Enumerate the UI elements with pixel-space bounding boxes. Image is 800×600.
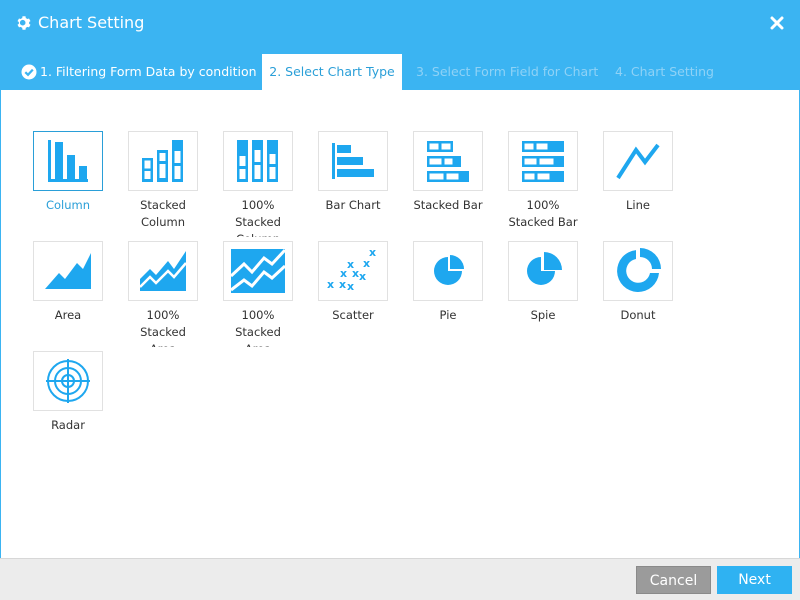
cancel-button[interactable]: Cancel bbox=[636, 566, 711, 594]
chart-type-grid: Column Stacked Column 100% Stacked Bar C… bbox=[1, 90, 799, 558]
check-circle-icon bbox=[21, 64, 37, 80]
chart-type-tile bbox=[223, 241, 293, 301]
chart-type-label: 100% Stacked Area bbox=[140, 308, 186, 347]
chart-type-label: Column bbox=[45, 198, 91, 212]
stacked-area-100-icon bbox=[230, 248, 286, 293]
radar-chart-icon bbox=[46, 359, 90, 403]
svg-text:x: x bbox=[363, 257, 370, 270]
chart-type-tile bbox=[33, 241, 103, 301]
chart-type-tile bbox=[508, 241, 578, 301]
chart-type-label: Bar Chart bbox=[325, 198, 381, 212]
chart-type-label: Line bbox=[626, 198, 650, 212]
stacked-bar-100-icon bbox=[522, 141, 564, 182]
dialog-footer: Cancel Next bbox=[0, 558, 800, 600]
chart-type-area[interactable]: Area bbox=[33, 241, 103, 341]
line-chart-icon bbox=[616, 143, 660, 180]
donut-chart-icon bbox=[617, 248, 661, 292]
chart-type-label: Scatter bbox=[332, 308, 374, 322]
dialog-title: Chart Setting bbox=[38, 13, 145, 32]
dialog-header: Chart Setting bbox=[0, 0, 800, 47]
chart-type-100-stacked-area[interactable]: 100% Stacked Area bbox=[128, 241, 198, 347]
chart-type-pie[interactable]: Pie bbox=[413, 241, 483, 341]
chart-type-tile bbox=[128, 131, 198, 191]
gear-icon bbox=[17, 16, 31, 30]
chart-type-label: Radar bbox=[51, 418, 85, 432]
bar-chart-icon bbox=[332, 143, 374, 179]
chart-type-tile bbox=[33, 351, 103, 411]
chart-type-column[interactable]: Column bbox=[33, 131, 103, 231]
chart-type-tile bbox=[33, 131, 103, 191]
chart-type-100-stacked-bar[interactable]: 100% Stacked Bar bbox=[508, 131, 578, 231]
chart-type-label: Stacked Bar bbox=[413, 198, 483, 212]
next-button[interactable]: Next bbox=[717, 566, 792, 594]
chart-type-label: 100% Stacked Bar bbox=[508, 198, 578, 229]
chart-type-radar[interactable]: Radar bbox=[33, 351, 103, 451]
chart-type-tile bbox=[318, 131, 388, 191]
chart-type-stacked-column[interactable]: Stacked Column bbox=[128, 131, 198, 237]
stacked-column-icon bbox=[142, 140, 183, 182]
chart-type-donut[interactable]: Donut bbox=[603, 241, 673, 341]
chart-type-tile bbox=[603, 241, 673, 301]
chart-type-label: 100% Stacked Area bbox=[235, 308, 281, 347]
chart-type-tile bbox=[413, 241, 483, 301]
tab-label: 4. Chart Setting bbox=[615, 64, 714, 79]
area-chart-icon bbox=[45, 253, 91, 289]
chart-type-100-stacked-column[interactable]: 100% Stacked Column bbox=[223, 131, 293, 237]
svg-text:x: x bbox=[339, 278, 346, 291]
stacked-area-icon bbox=[139, 251, 187, 291]
chart-type-label: Pie bbox=[439, 308, 457, 322]
close-icon[interactable] bbox=[770, 16, 784, 30]
svg-text:x: x bbox=[359, 270, 366, 283]
tab-select-form-field: 3. Select Form Field for Chart bbox=[416, 54, 598, 90]
chart-type-label: Stacked Column bbox=[140, 198, 186, 229]
chart-type-bar-chart[interactable]: Bar Chart bbox=[318, 131, 388, 231]
chart-type-label: Area bbox=[54, 308, 82, 322]
tab-label: 1. Filtering Form Data by condition bbox=[40, 64, 257, 79]
scatter-chart-icon: x x x x x x x x x bbox=[327, 246, 376, 293]
chart-type-scatter[interactable]: x x x x x x x x x Scatter bbox=[318, 241, 388, 341]
chart-type-tile bbox=[603, 131, 673, 191]
svg-text:x: x bbox=[347, 280, 354, 293]
stacked-column-100-icon bbox=[237, 140, 278, 182]
chart-type-100-stacked-area-2[interactable]: 100% Stacked Area bbox=[223, 241, 293, 347]
chart-type-tile bbox=[223, 131, 293, 191]
chart-type-tile bbox=[508, 131, 578, 191]
stacked-bar-icon bbox=[427, 141, 469, 182]
chart-type-line[interactable]: Line bbox=[603, 131, 673, 231]
wizard-steps: 1. Filtering Form Data by condition 2. S… bbox=[0, 54, 800, 90]
svg-text:x: x bbox=[327, 278, 334, 291]
chart-type-label: Spie bbox=[530, 308, 556, 322]
chart-type-tile: x x x x x x x x x bbox=[318, 241, 388, 301]
tab-chart-setting: 4. Chart Setting bbox=[615, 54, 714, 90]
pie-chart-icon bbox=[434, 255, 464, 285]
spie-chart-icon bbox=[527, 252, 562, 285]
chart-type-label: Donut bbox=[620, 308, 656, 322]
chart-type-label: 100% Stacked Column bbox=[235, 198, 281, 237]
tab-label: 2. Select Chart Type bbox=[269, 64, 395, 79]
chart-type-tile bbox=[413, 131, 483, 191]
tab-select-chart-type[interactable]: 2. Select Chart Type bbox=[262, 54, 402, 90]
chart-type-spie[interactable]: Spie bbox=[508, 241, 578, 341]
column-chart-icon bbox=[48, 140, 88, 182]
chart-type-stacked-bar[interactable]: Stacked Bar bbox=[413, 131, 483, 231]
chart-type-tile bbox=[128, 241, 198, 301]
tab-filtering[interactable]: 1. Filtering Form Data by condition bbox=[12, 54, 257, 90]
tab-label: 3. Select Form Field for Chart bbox=[416, 64, 599, 79]
